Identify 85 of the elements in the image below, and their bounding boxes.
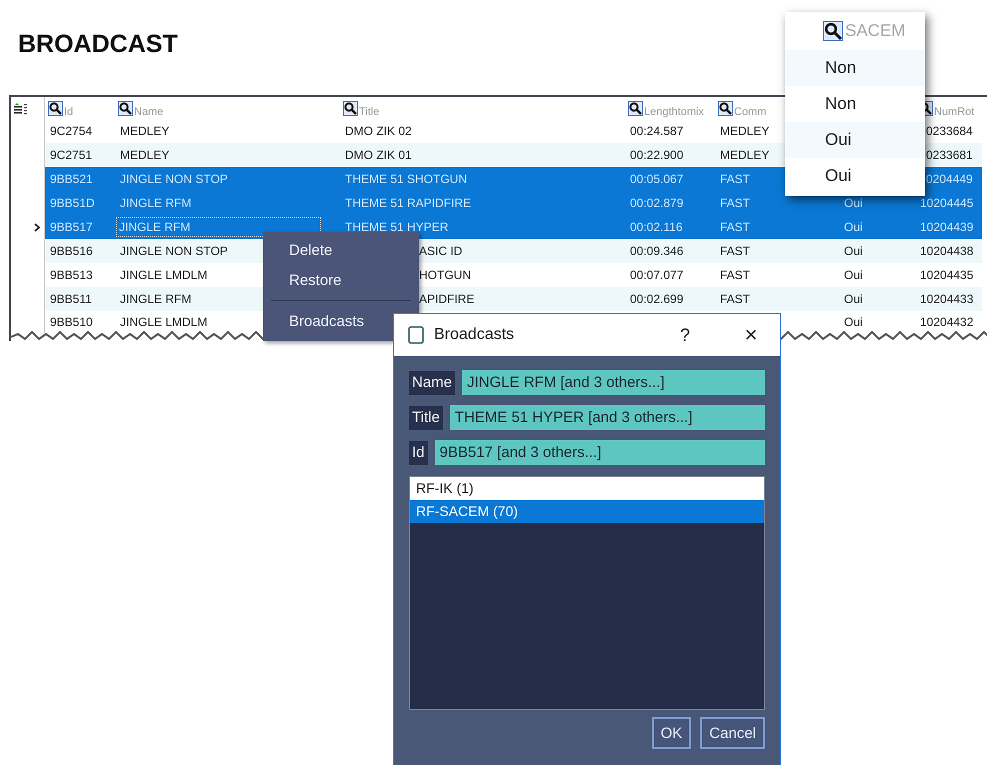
table-cell-text: 00:02.116: [630, 219, 682, 236]
close-button[interactable]: ×: [738, 322, 764, 348]
table-cell-text: 9BB521: [50, 171, 93, 188]
search-icon[interactable]: [628, 101, 643, 116]
search-icon[interactable]: [48, 101, 63, 116]
table-cell-text: MEDLEY: [720, 147, 770, 164]
sort-list-icon[interactable]: [13, 102, 28, 114]
table-cell-text: 00:02.879: [630, 195, 684, 212]
table-cell-text: JINGLE NON STOP: [120, 171, 228, 188]
table-cell-text: MEDLEY: [120, 147, 170, 164]
filter-value[interactable]: Oui: [825, 130, 852, 150]
list-item[interactable]: RF-IK (1): [410, 477, 764, 500]
menu-item[interactable]: Restore: [263, 266, 419, 296]
text-field[interactable]: THEME 51 HYPER [and 3 others...]: [450, 405, 765, 430]
table-cell-text: 0233681: [926, 147, 973, 164]
filter-value[interactable]: Oui: [825, 166, 852, 186]
list-item[interactable]: RF-SACEM (70): [410, 500, 764, 523]
menu-item[interactable]: Delete: [263, 236, 419, 266]
text-field[interactable]: 9BB517 [and 3 others...]: [434, 440, 765, 465]
table-cell-text: 0233684: [926, 123, 973, 140]
table-cell-text: MEDLEY: [720, 123, 770, 140]
table-cell-text: 9BB517: [50, 219, 93, 236]
table-cell-text: 00:02.699: [630, 291, 684, 308]
field-label: Title: [409, 406, 443, 430]
table-cell-text: DMO ZIK 02: [345, 123, 412, 140]
table-cell-text: JINGLE RFM: [120, 195, 192, 212]
table-cell-text: Oui: [844, 195, 863, 212]
table-cell-text: Oui: [844, 243, 863, 260]
field-label: Name: [409, 370, 456, 394]
table-cell-text: 9C2751: [50, 147, 92, 164]
table-cell-text: THEME 51 RAPIDFIRE: [345, 195, 472, 212]
help-button[interactable]: ?: [672, 324, 698, 346]
table-cell-text: APIDFIRE: [419, 291, 474, 308]
search-icon[interactable]: [343, 101, 358, 116]
table-cell-text: 10204438: [920, 243, 974, 260]
table-cell-text: 9BB51D: [50, 195, 95, 212]
search-icon[interactable]: [118, 101, 133, 116]
window-icon: [408, 326, 424, 344]
table-cell-text: DMO ZIK 01: [345, 147, 412, 164]
table-cell-text: JINGLE RFM: [120, 291, 192, 308]
table-cell-text: JINGLE LMDLM: [120, 267, 208, 284]
table-cell-text: ASIC ID: [419, 243, 462, 260]
table-cell-text: FAST: [720, 243, 750, 260]
table-cell-text: MEDLEY: [120, 123, 170, 140]
table-cell-text: FAST: [720, 195, 750, 212]
table-cell-text: 00:07.077: [630, 267, 684, 284]
table-cell-text: 9BB510: [50, 314, 93, 331]
table-cell-text: HOTGUN: [419, 267, 471, 284]
table-cell-text: 10204439: [920, 219, 974, 236]
search-icon[interactable]: [718, 101, 733, 116]
table-cell-text: THEME 51 SHOTGUN: [345, 171, 468, 188]
window-title: Broadcasts: [434, 326, 516, 344]
table-cell-text: JINGLE LMDLM: [120, 314, 208, 331]
table-cell-text: 00:05.067: [630, 171, 684, 188]
table-cell-text: FAST: [720, 171, 750, 188]
table-cell-text: 9BB513: [50, 267, 93, 284]
table-cell-text: Oui: [844, 267, 863, 284]
table-cell-text: 10204433: [920, 291, 974, 308]
table-cell-text: FAST: [720, 267, 750, 284]
table-cell-text: 10204432: [920, 314, 974, 331]
table-cell-text: 9C2754: [50, 123, 92, 140]
filter-value[interactable]: Non: [825, 94, 856, 114]
table-cell-text: Oui: [844, 314, 863, 331]
table-cell-text: 10204435: [920, 267, 974, 284]
table-cell-text: FAST: [720, 219, 750, 236]
field-label: Id: [409, 440, 428, 464]
table-cell-text: THEME 51 HYPER: [345, 219, 448, 236]
search-icon[interactable]: [823, 21, 843, 41]
table-cell-text: 10204445: [920, 195, 974, 212]
dialog-button[interactable]: OK: [652, 717, 692, 749]
table-cell-text: FAST: [720, 291, 750, 308]
current-row-icon: [34, 222, 41, 232]
table-cell-text: Oui: [844, 291, 863, 308]
table-cell-text: JINGLE NON STOP: [120, 243, 228, 260]
table-cell-text: 0204449: [926, 171, 973, 188]
table-cell-text: 9BB516: [50, 243, 93, 260]
table-cell-text: 00:24.587: [630, 123, 684, 140]
page-heading: BROADCAST: [18, 29, 178, 59]
filter-value[interactable]: Non: [825, 58, 856, 78]
table-cell-text: 00:22.900: [630, 147, 684, 164]
table-cell-text: 9BB511: [50, 291, 92, 308]
table-cell-text: 00:09.346: [630, 243, 684, 260]
dialog-button[interactable]: Cancel: [700, 717, 765, 749]
text-field[interactable]: JINGLE RFM [and 3 others...]: [462, 370, 765, 395]
table-cell-text: Oui: [844, 219, 863, 236]
